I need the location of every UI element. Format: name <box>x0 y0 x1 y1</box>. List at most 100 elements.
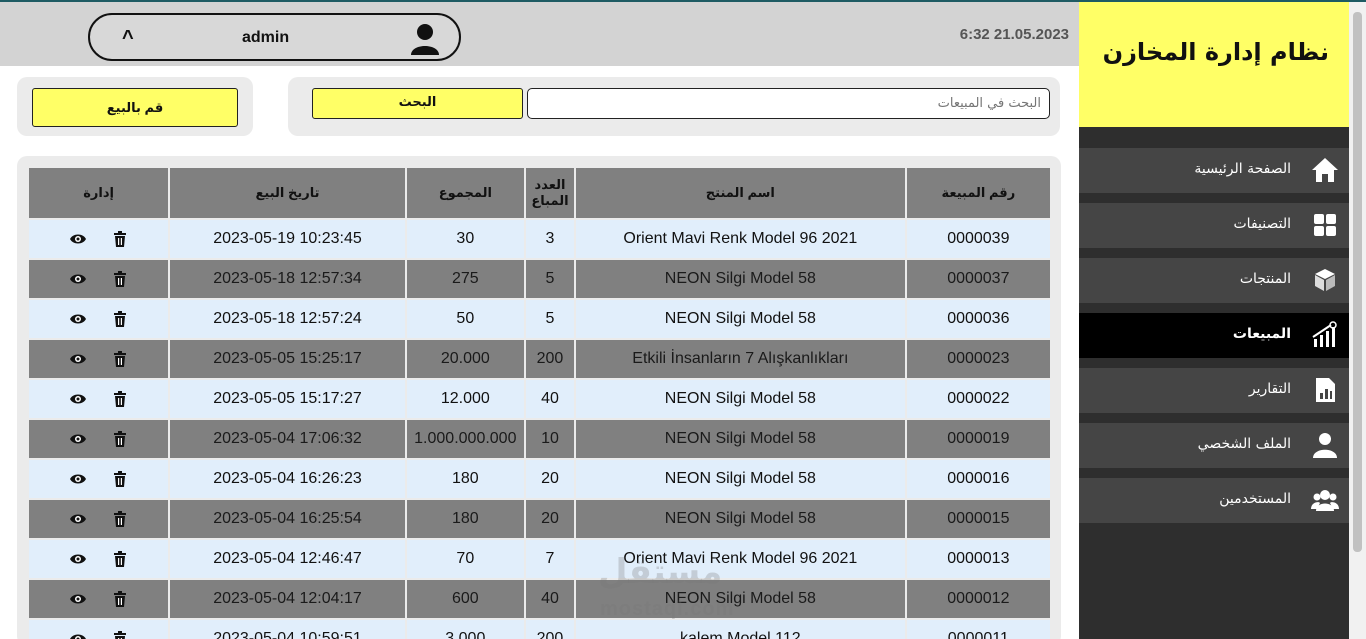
eye-icon[interactable] <box>69 590 87 608</box>
eye-icon[interactable] <box>69 270 87 288</box>
chevron-up-icon[interactable]: ^ <box>122 27 134 50</box>
cell-total: 12.000 <box>406 380 524 418</box>
trash-icon[interactable] <box>111 230 129 248</box>
row-actions <box>29 620 169 639</box>
page-scrollbar[interactable] <box>1349 2 1366 639</box>
eye-icon[interactable] <box>69 390 87 408</box>
eye-icon[interactable] <box>69 350 87 368</box>
cell-qty: 7 <box>525 540 575 578</box>
search-input[interactable] <box>527 88 1050 119</box>
cell-product: NEON Silgi Model 58 <box>576 460 905 498</box>
trash-icon[interactable] <box>111 550 129 568</box>
cell-total: 50 <box>406 300 524 338</box>
table-row: 2023-05-04 12:46:47 70 7 Orient Mavi Renk M… <box>29 540 1050 578</box>
sidebar-item-sales[interactable]: المبيعات <box>1079 313 1349 358</box>
eye-icon[interactable] <box>69 310 87 328</box>
table-row: 2023-05-05 15:25:17 20.000 200 Etkili İnsan… <box>29 340 1050 378</box>
trash-icon[interactable] <box>111 390 129 408</box>
sidebar-item-profile[interactable]: الملف الشخصي <box>1079 423 1349 468</box>
cell-total: 1.000.000.000 <box>406 420 524 458</box>
row-actions <box>29 380 169 418</box>
make-sale-button[interactable]: قم بالبيع <box>32 88 238 127</box>
grid-icon <box>1314 214 1336 236</box>
trash-icon[interactable] <box>111 590 129 608</box>
trash-icon[interactable] <box>111 470 129 488</box>
column-header-id: رقم المبيعة <box>906 168 1050 218</box>
sidebar-item-label: المستخدمين <box>1219 491 1291 507</box>
cell-total: 180 <box>406 500 524 538</box>
cell-id: 0000016 <box>906 460 1050 498</box>
cell-qty: 5 <box>525 300 575 338</box>
row-actions <box>29 580 169 618</box>
trash-icon[interactable] <box>111 310 129 328</box>
user-menu[interactable]: ^ admin <box>88 13 461 61</box>
trash-icon[interactable] <box>111 350 129 368</box>
trash-icon[interactable] <box>111 270 129 288</box>
sales-chart-icon <box>1312 321 1337 347</box>
table-row: 2023-05-04 16:26:23 180 20 NEON Silgi Model… <box>29 460 1050 498</box>
home-icon <box>1312 158 1338 182</box>
brand-header: نظام إدارة المخازن <box>1079 2 1349 127</box>
cell-product: NEON Silgi Model 58 <box>576 580 905 618</box>
cell-date: 2023-05-04 16:25:54 <box>170 500 405 538</box>
cell-date: 2023-05-18 12:57:34 <box>170 260 405 298</box>
trash-icon[interactable] <box>111 430 129 448</box>
cell-id: 0000022 <box>906 380 1050 418</box>
sidebar-item-label: المبيعات <box>1232 326 1291 342</box>
scrollbar-thumb[interactable] <box>1353 12 1362 552</box>
eye-icon[interactable] <box>69 510 87 528</box>
cell-id: 0000037 <box>906 260 1050 298</box>
table-row: 2023-05-19 10:23:45 30 3 Orient Mavi Renk M… <box>29 220 1050 258</box>
cell-qty: 40 <box>525 380 575 418</box>
cell-product: NEON Silgi Model 58 <box>576 300 905 338</box>
sidebar-item-label: الصفحة الرئيسية <box>1194 161 1291 177</box>
eye-icon[interactable] <box>69 470 87 488</box>
cell-product: NEON Silgi Model 58 <box>576 380 905 418</box>
current-datetime: 6:32 21.05.2023 <box>959 26 1069 43</box>
cell-qty: 200 <box>525 620 575 639</box>
table-row: 2023-05-18 12:57:34 275 5 NEON Silgi Model … <box>29 260 1050 298</box>
cell-id: 0000039 <box>906 220 1050 258</box>
cell-date: 2023-05-19 10:23:45 <box>170 220 405 258</box>
cell-total: 20.000 <box>406 340 524 378</box>
sidebar-item-label: التقارير <box>1248 381 1291 397</box>
search-button[interactable]: البحث <box>312 88 523 119</box>
username: admin <box>242 29 290 46</box>
eye-icon[interactable] <box>69 430 87 448</box>
users-icon <box>1311 490 1339 511</box>
trash-icon[interactable] <box>111 630 129 639</box>
cell-id: 0000011 <box>906 620 1050 639</box>
cell-date: 2023-05-18 12:57:24 <box>170 300 405 338</box>
eye-icon[interactable] <box>69 550 87 568</box>
sidebar-item-products[interactable]: المنتجات <box>1079 258 1349 303</box>
column-header-product: اسم المنتج <box>576 168 905 218</box>
sidebar-item-reports[interactable]: التقارير <box>1079 368 1349 413</box>
sidebar-item-label: المنتجات <box>1239 271 1291 287</box>
cell-total: 275 <box>406 260 524 298</box>
boxes-icon <box>1315 269 1335 291</box>
user-icon <box>1313 433 1337 458</box>
sidebar: نظام إدارة المخازن الصفحة الرئيسية التصن… <box>1079 2 1349 639</box>
table-row: 2023-05-05 15:17:27 12.000 40 NEON Silgi Mo… <box>29 380 1050 418</box>
row-actions <box>29 460 169 498</box>
search-panel: البحث <box>288 77 1060 136</box>
cell-total: 70 <box>406 540 524 578</box>
table-row: 2023-05-04 12:04:17 600 40 NEON Silgi Model… <box>29 580 1050 618</box>
sidebar-item-users[interactable]: المستخدمين <box>1079 478 1349 523</box>
cell-id: 0000023 <box>906 340 1050 378</box>
avatar-icon <box>411 24 439 55</box>
sales-table-panel: إدارة تاريخ البيع المجموع العدد المباع ا… <box>17 156 1061 639</box>
eye-icon[interactable] <box>69 630 87 639</box>
cell-date: 2023-05-05 15:17:27 <box>170 380 405 418</box>
trash-icon[interactable] <box>111 510 129 528</box>
sidebar-item-home[interactable]: الصفحة الرئيسية <box>1079 148 1349 193</box>
cell-product: kalem Model 112 <box>576 620 905 639</box>
sidebar-item-categories[interactable]: التصنيفات <box>1079 203 1349 248</box>
row-actions <box>29 500 169 538</box>
row-actions <box>29 260 169 298</box>
table-row: 2023-05-04 17:06:32 1.000.000.000 10 NEON S… <box>29 420 1050 458</box>
cell-product: NEON Silgi Model 58 <box>576 420 905 458</box>
eye-icon[interactable] <box>69 230 87 248</box>
column-header-total: المجموع <box>406 168 524 218</box>
cell-product: Etkili İnsanların 7 Alışkanlıkları <box>576 340 905 378</box>
